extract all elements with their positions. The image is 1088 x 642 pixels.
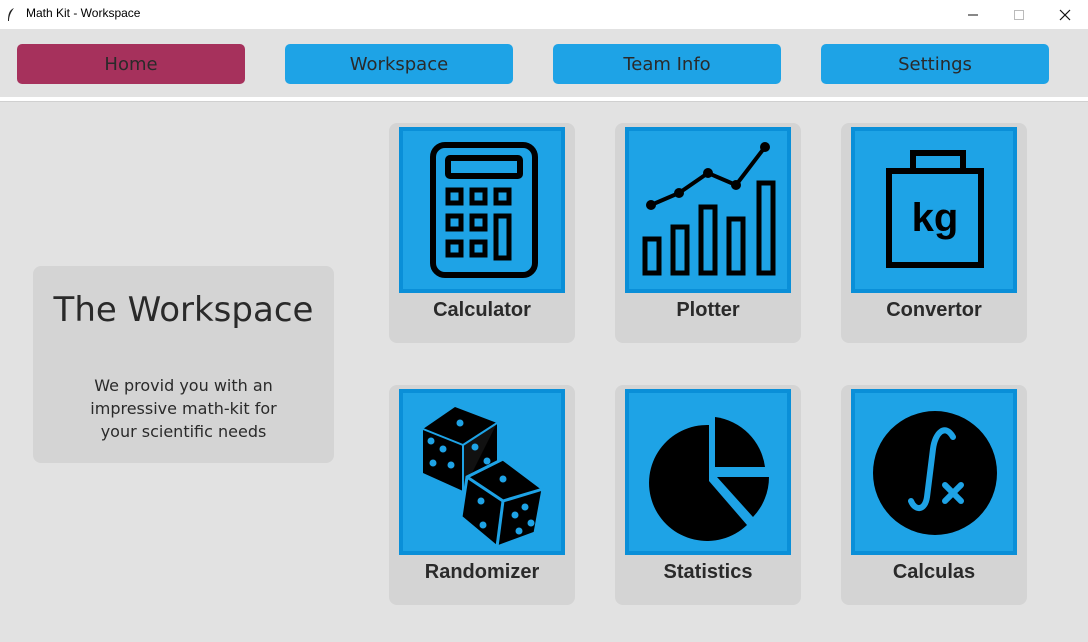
pie-chart-icon [649, 417, 769, 541]
feather-icon [8, 8, 14, 21]
window-title: Math Kit - Workspace [26, 6, 141, 20]
tile-icon-box[interactable] [851, 389, 1017, 555]
page-description: We provid you with an impressive math-ki… [90, 376, 277, 441]
tool-label: Calculas [892, 561, 976, 583]
maximize-icon [1014, 9, 1024, 20]
weight-kg-icon: kg [886, 150, 984, 268]
maximize-button[interactable] [996, 0, 1042, 29]
tile-icon-box[interactable] [625, 127, 791, 293]
page-title: The Workspace [53, 290, 314, 330]
tile-icon-box[interactable] [399, 389, 565, 555]
tile-icon-box[interactable]: kg [851, 127, 1017, 293]
tile-icon-box[interactable] [625, 389, 791, 555]
minimize-icon [968, 14, 978, 15]
workspace-panel: The Workspace We provid you with an impr… [0, 101, 1088, 642]
close-button[interactable] [1042, 0, 1088, 29]
tool-label: Plotter [676, 299, 740, 321]
nav-team-info-button[interactable]: Team Info [553, 44, 781, 84]
tool-label: Convertor [886, 299, 982, 321]
nav-home-button[interactable]: Home [17, 44, 245, 84]
svg-text:kg: kg [912, 196, 959, 240]
tool-label: Calculator [433, 299, 531, 321]
minimize-button[interactable] [950, 0, 996, 29]
title-bar: Math Kit - Workspace [0, 0, 1088, 29]
chart-icon [642, 142, 776, 276]
tool-tile-calculas[interactable]: Calculas [841, 385, 1027, 605]
nav-settings-button[interactable]: Settings [821, 44, 1049, 84]
close-icon [1059, 9, 1071, 20]
nav-bar: Home Workspace Team Info Settings [0, 29, 1088, 97]
calculator-icon [430, 142, 538, 278]
tool-label: Randomizer [424, 561, 540, 583]
tool-tile-convertor[interactable]: kg Convertor [841, 123, 1027, 343]
nav-workspace-button[interactable]: Workspace [285, 44, 513, 84]
tool-tile-statistics[interactable]: Statistics [615, 385, 801, 605]
info-card: The Workspace We provid you with an impr… [33, 266, 334, 463]
integral-icon [873, 411, 997, 535]
tile-icon-box[interactable] [399, 127, 565, 293]
tool-label: Statistics [663, 561, 753, 583]
tool-tile-plotter[interactable]: Plotter [615, 123, 801, 343]
tool-tile-calculator[interactable]: Calculator [389, 123, 575, 343]
dice-icon [422, 407, 545, 549]
tool-tile-randomizer[interactable]: Randomizer [389, 385, 575, 605]
